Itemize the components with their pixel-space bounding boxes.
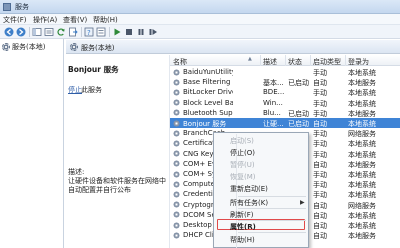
cell-log-on-as: 本地服务: [348, 232, 376, 241]
description-text: 让硬件设备和软件服务在网络中自动配置并自行公布: [68, 177, 166, 194]
column-header-startup-type[interactable]: 启动类型: [313, 57, 341, 67]
cell-name: Base Filtering En...: [183, 78, 233, 87]
sort-ascending-icon: ▲: [248, 56, 252, 62]
menu-item-pause[interactable]: 暂停(U): [230, 160, 255, 170]
service-gear-icon: [173, 190, 180, 198]
tree-pane: 服务(本地): [0, 39, 64, 248]
service-gear-icon: [173, 150, 180, 158]
menu-action[interactable]: 操作(A): [33, 15, 57, 25]
column-header-status[interactable]: 状态: [288, 57, 302, 67]
service-gear-icon: [173, 78, 180, 86]
window-title: 服务: [15, 3, 29, 11]
tree-node-services-local[interactable]: 服务(本地): [2, 42, 45, 52]
menu-separator: [238, 232, 306, 233]
service-gear-icon: [173, 119, 180, 127]
show-hide-tree-icon[interactable]: [32, 27, 42, 37]
service-gear-icon: [173, 99, 180, 107]
menu-help[interactable]: 帮助(H): [93, 15, 118, 25]
column-header-name[interactable]: 名称: [173, 57, 187, 67]
service-gear-icon: [173, 68, 180, 76]
service-gear-icon: [173, 88, 180, 96]
menu-item-refresh[interactable]: 刷新(F): [230, 210, 254, 220]
menu-item-start[interactable]: 启动(S): [230, 136, 254, 146]
stop-service-suffix: 此服务: [81, 86, 102, 94]
cell-name: Block Level Back...: [183, 98, 233, 107]
export-list-icon[interactable]: [68, 27, 78, 37]
service-gear-icon: [173, 129, 180, 137]
service-gear-icon: [173, 180, 180, 188]
selected-service-title: Bonjour 服务: [68, 65, 119, 74]
description-pane: Bonjour 服务 停止 此服务 描述: 让硬件设备和软件服务在网络中自动配置…: [66, 55, 168, 248]
pause-service-icon[interactable]: [136, 27, 146, 37]
service-gear-icon: [173, 211, 180, 219]
tree-node-label: 服务(本地): [12, 43, 46, 51]
description-label: 描述:: [68, 168, 85, 176]
cell-name: BitLocker Drive ...: [183, 88, 233, 97]
back-icon[interactable]: [4, 27, 14, 37]
toolbar-separator: [81, 27, 82, 37]
restart-service-icon[interactable]: [148, 27, 158, 37]
table-row[interactable]: BitLocker Drive ...BDE...手动本地系统: [170, 87, 400, 97]
stop-service-link[interactable]: 停止: [68, 85, 82, 95]
menu-item-help[interactable]: 帮助(H): [230, 235, 255, 245]
column-header-log-on-as[interactable]: 登录为: [348, 57, 369, 67]
table-row[interactable]: BaiduYunUtility 手动 本地系统: [170, 67, 400, 77]
service-gear-icon: [173, 139, 180, 147]
service-gear-icon: [173, 160, 180, 168]
column-divider[interactable]: [260, 55, 261, 66]
submenu-arrow-icon: ▶: [300, 199, 305, 206]
table-row[interactable]: Bluetooth Supp...Blu...已启动手动本地服务: [170, 108, 400, 118]
menu-separator: [238, 208, 306, 209]
cell-startup-type: 自动: [313, 232, 327, 241]
console-view-icon[interactable]: [44, 27, 54, 37]
menu-item-stop[interactable]: 停止(O): [230, 148, 255, 158]
menu-item-restart[interactable]: 重新启动(E): [230, 184, 268, 194]
context-menu: 启动(S) 停止(O) 暂停(U) 恢复(M) 重新启动(E) 所有任务(K) …: [213, 132, 309, 248]
cell-name: BaiduYunUtility: [183, 68, 233, 76]
service-gear-icon: [173, 170, 180, 178]
service-gear-icon: [173, 221, 180, 229]
cell-description: Win...: [263, 98, 283, 107]
menu-file[interactable]: 文件(F): [3, 15, 27, 25]
start-service-icon[interactable]: [112, 27, 122, 37]
service-gear-icon: [173, 109, 180, 117]
service-gear-icon: [173, 231, 180, 239]
toolbar-separator: [29, 27, 30, 37]
column-divider[interactable]: [345, 55, 346, 66]
help-icon[interactable]: ?: [84, 27, 94, 37]
services-app-icon: [3, 3, 11, 11]
menu-item-all-tasks[interactable]: 所有任务(K): [230, 198, 268, 208]
cell-name: Bluetooth Supp...: [183, 108, 233, 117]
stop-service-icon[interactable]: [124, 27, 134, 37]
list-header: 名称 ▲ 描述 状态 启动类型 登录为: [170, 55, 400, 66]
menu-item-resume[interactable]: 恢复(M): [230, 172, 256, 182]
menu-separator: [238, 220, 306, 221]
menu-item-properties[interactable]: 属性(R): [230, 222, 256, 232]
svg-text:?: ?: [87, 29, 91, 37]
column-header-description[interactable]: 描述: [263, 57, 277, 67]
column-divider[interactable]: [285, 55, 286, 66]
properties-icon[interactable]: [96, 27, 106, 37]
services-gear-icon: [2, 43, 10, 51]
table-row[interactable]: Block Level Back...Win...手动本地系统: [170, 98, 400, 108]
toolbar: ?: [0, 25, 400, 39]
table-row[interactable]: Base Filtering En...基本...已启动自动本地服务: [170, 77, 400, 87]
forward-icon[interactable]: [16, 27, 26, 37]
services-header-label: 服务(本地): [81, 44, 115, 52]
cell-description: BDE...: [263, 88, 285, 97]
cell-description: Blu...: [263, 108, 281, 117]
menu-bar: 文件(F) 操作(A) 查看(V) 帮助(H): [0, 14, 400, 25]
table-row-selected[interactable]: Bonjour 服务 让硬... 已启动 自动 本地系统: [170, 118, 400, 129]
toolbar-separator: [109, 27, 110, 37]
menu-view[interactable]: 查看(V): [63, 15, 87, 25]
column-divider[interactable]: [310, 55, 311, 66]
services-gear-icon: [70, 43, 78, 51]
refresh-icon[interactable]: [56, 27, 66, 37]
title-bar: 服务: [0, 0, 400, 14]
services-header-band: 服务(本地): [66, 40, 400, 54]
menu-separator: [238, 196, 306, 197]
service-gear-icon: [173, 201, 180, 209]
